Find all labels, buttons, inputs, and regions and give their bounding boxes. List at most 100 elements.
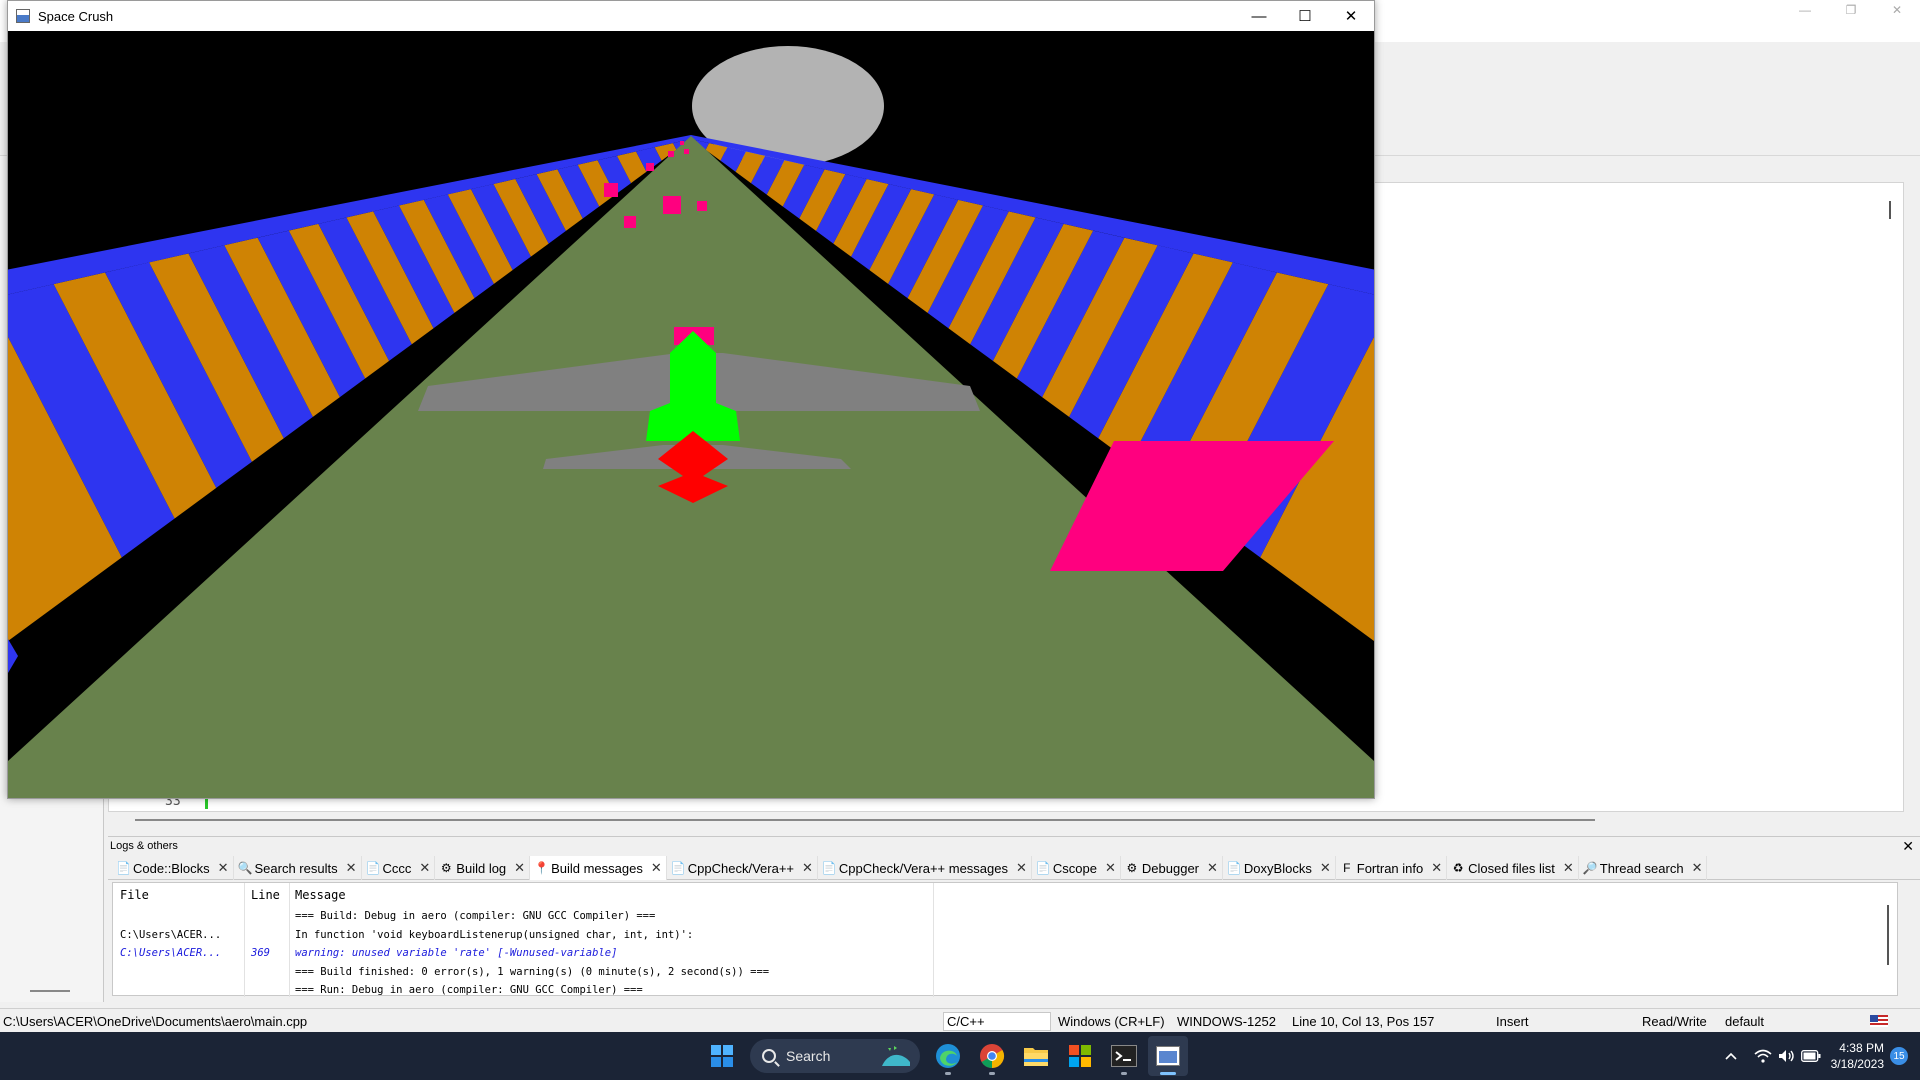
windows-start-icon[interactable]: [702, 1036, 742, 1076]
volume-icon[interactable]: [1775, 1049, 1799, 1063]
close-tab-icon[interactable]: ✕: [651, 860, 662, 876]
log-tab-closed-files-list[interactable]: ♻ Closed files list ✕: [1447, 856, 1579, 880]
message-text: === Build: Debug in aero (compiler: GNU …: [295, 910, 656, 922]
message-line: 369: [251, 947, 270, 959]
status-cursor-position: Line 10, Col 13, Pos 157: [1292, 1014, 1435, 1029]
close-tab-icon[interactable]: ✕: [1105, 860, 1116, 876]
log-vertical-scrollbar[interactable]: [1887, 905, 1889, 965]
logs-panel-title: Logs & others: [110, 840, 178, 852]
close-tab-icon[interactable]: ✕: [514, 860, 525, 876]
column-header-file[interactable]: File: [120, 888, 149, 902]
log-tab-code-blocks[interactable]: 📄 Code::Blocks ✕: [112, 856, 234, 880]
build-messages-table: File Line Message === Build: Debug in ae…: [112, 882, 1899, 999]
status-encoding: WINDOWS-1252: [1177, 1014, 1276, 1029]
system-tray: 4:38 PM 3/18/2023 15: [1719, 1032, 1920, 1080]
store-logo-icon: [1069, 1045, 1091, 1067]
logs-close-icon[interactable]: ✕: [1902, 837, 1914, 856]
log-tab-thread-search[interactable]: 🔎 Thread search ✕: [1579, 856, 1708, 880]
obstacle-far: [604, 183, 618, 197]
clock-date: 3/18/2023: [1830, 1057, 1884, 1071]
running-indicator: [989, 1072, 995, 1075]
game-title-bar[interactable]: Space Crush — ☐ ✕: [8, 1, 1374, 31]
window-app-icon: [1156, 1046, 1180, 1066]
chevron-up-icon[interactable]: [1719, 1052, 1743, 1060]
obstacle-far: [663, 196, 681, 214]
build-message-row[interactable]: C:\Users\ACER... In function 'void keyboa…: [113, 926, 1899, 944]
close-tab-icon[interactable]: ✕: [1207, 860, 1218, 876]
log-tab-build-messages[interactable]: 📍 Build messages ✕: [530, 856, 667, 880]
close-tab-icon[interactable]: ✕: [1692, 860, 1703, 876]
notification-badge[interactable]: 15: [1890, 1047, 1908, 1065]
obstacle-far: [646, 163, 654, 171]
status-language: C/C++: [943, 1012, 1051, 1031]
game-taskbar-icon[interactable]: [1148, 1036, 1188, 1076]
clock-time: 4:38 PM: [1839, 1041, 1884, 1055]
log-tab-fortran-info[interactable]: F Fortran info ✕: [1336, 856, 1448, 880]
status-bar: C:\Users\ACER\OneDrive\Documents\aero\ma…: [0, 1008, 1920, 1032]
windows-taskbar: Search 4:38 PM 3/18/2023 15: [0, 1032, 1920, 1080]
log-tab-cppcheck-vera[interactable]: 📄 CppCheck/Vera++ ✕: [667, 856, 818, 880]
log-tab-label: Build messages: [551, 860, 643, 876]
ide-close-button[interactable]: ✕: [1874, 0, 1920, 20]
close-tab-icon[interactable]: ✕: [802, 860, 813, 876]
management-panel-scrollbar[interactable]: [30, 990, 70, 992]
log-tab-doxyblocks[interactable]: 📄 DoxyBlocks ✕: [1223, 856, 1336, 880]
pin-icon: 📍: [534, 861, 550, 875]
log-tab-cppcheck-vera-messages[interactable]: 📄 CppCheck/Vera++ messages ✕: [818, 856, 1032, 880]
editor-horizontal-scrollbar[interactable]: [135, 819, 1595, 821]
build-message-row[interactable]: === Build: Debug in aero (compiler: GNU …: [113, 907, 1899, 925]
battery-icon[interactable]: [1799, 1050, 1823, 1062]
obstacle-far: [680, 141, 684, 145]
log-tab-search-results[interactable]: 🔍 Search results ✕: [234, 856, 362, 880]
wifi-icon[interactable]: [1751, 1049, 1775, 1063]
search-highlight-icon: [882, 1046, 910, 1066]
log-tab-label: Fortran info: [1356, 860, 1424, 876]
status-line-endings: Windows (CR+LF): [1058, 1014, 1165, 1029]
close-tab-icon[interactable]: ✕: [346, 860, 357, 876]
editor-vertical-scrollbar[interactable]: [1889, 201, 1891, 219]
close-tab-icon[interactable]: ✕: [1431, 860, 1442, 876]
microsoft-store-icon[interactable]: [1060, 1036, 1100, 1076]
game-minimize-button[interactable]: —: [1236, 1, 1282, 31]
ide-minimize-button[interactable]: —: [1782, 0, 1828, 20]
game-viewport[interactable]: [8, 31, 1374, 798]
terminal-icon[interactable]: [1104, 1036, 1144, 1076]
chrome-browser-icon[interactable]: [972, 1036, 1012, 1076]
game-window-controls: — ☐ ✕: [1236, 1, 1374, 31]
close-tab-icon[interactable]: ✕: [1016, 860, 1027, 876]
ide-restore-button[interactable]: ❐: [1828, 0, 1874, 20]
file-explorer-icon[interactable]: [1016, 1036, 1056, 1076]
log-tab-cccc[interactable]: 📄 Cccc ✕: [362, 856, 436, 880]
taskbar-clock[interactable]: 4:38 PM 3/18/2023: [1831, 1040, 1884, 1072]
status-file-path: C:\Users\ACER\OneDrive\Documents\aero\ma…: [3, 1014, 308, 1029]
taskbar-search-box[interactable]: Search: [750, 1039, 920, 1073]
document-icon: 📄: [116, 861, 131, 875]
log-tab-label: Cccc: [382, 860, 412, 876]
build-message-row[interactable]: === Build finished: 0 error(s), 1 warnin…: [113, 963, 1899, 981]
gear-icon: ⚙: [1126, 861, 1138, 875]
game-maximize-button[interactable]: ☐: [1282, 1, 1328, 31]
space-crush-window: Space Crush — ☐ ✕: [7, 0, 1375, 799]
log-tab-cscope[interactable]: 📄 Cscope ✕: [1032, 856, 1121, 880]
document-icon: 📄: [1035, 861, 1051, 875]
close-tab-icon[interactable]: ✕: [218, 860, 229, 876]
obstacle-far: [684, 149, 689, 154]
close-tab-icon[interactable]: ✕: [1563, 860, 1574, 876]
log-tab-label: Cscope: [1052, 860, 1097, 876]
search-icon: 🔍: [237, 861, 253, 875]
column-header-line[interactable]: Line: [251, 888, 280, 902]
log-tab-debugger[interactable]: ⚙ Debugger ✕: [1121, 856, 1223, 880]
column-header-message[interactable]: Message: [295, 888, 346, 902]
game-close-button[interactable]: ✕: [1328, 1, 1374, 31]
console-icon: [1111, 1045, 1137, 1067]
status-edit-mode: Insert: [1496, 1014, 1529, 1029]
taskbar-search-label: Search: [786, 1048, 831, 1064]
document-icon: 📄: [365, 861, 381, 875]
build-message-row[interactable]: === Run: Debug in aero (compiler: GNU GC…: [113, 981, 1899, 999]
close-tab-icon[interactable]: ✕: [419, 860, 430, 876]
close-tab-icon[interactable]: ✕: [1320, 860, 1331, 876]
build-message-row[interactable]: C:\Users\ACER... 369 warning: unused varia…: [113, 944, 1899, 962]
log-tab-build-log[interactable]: ⚙ Build log ✕: [435, 856, 531, 880]
recycle-icon: ♻: [1452, 861, 1464, 875]
edge-browser-icon[interactable]: [928, 1036, 968, 1076]
